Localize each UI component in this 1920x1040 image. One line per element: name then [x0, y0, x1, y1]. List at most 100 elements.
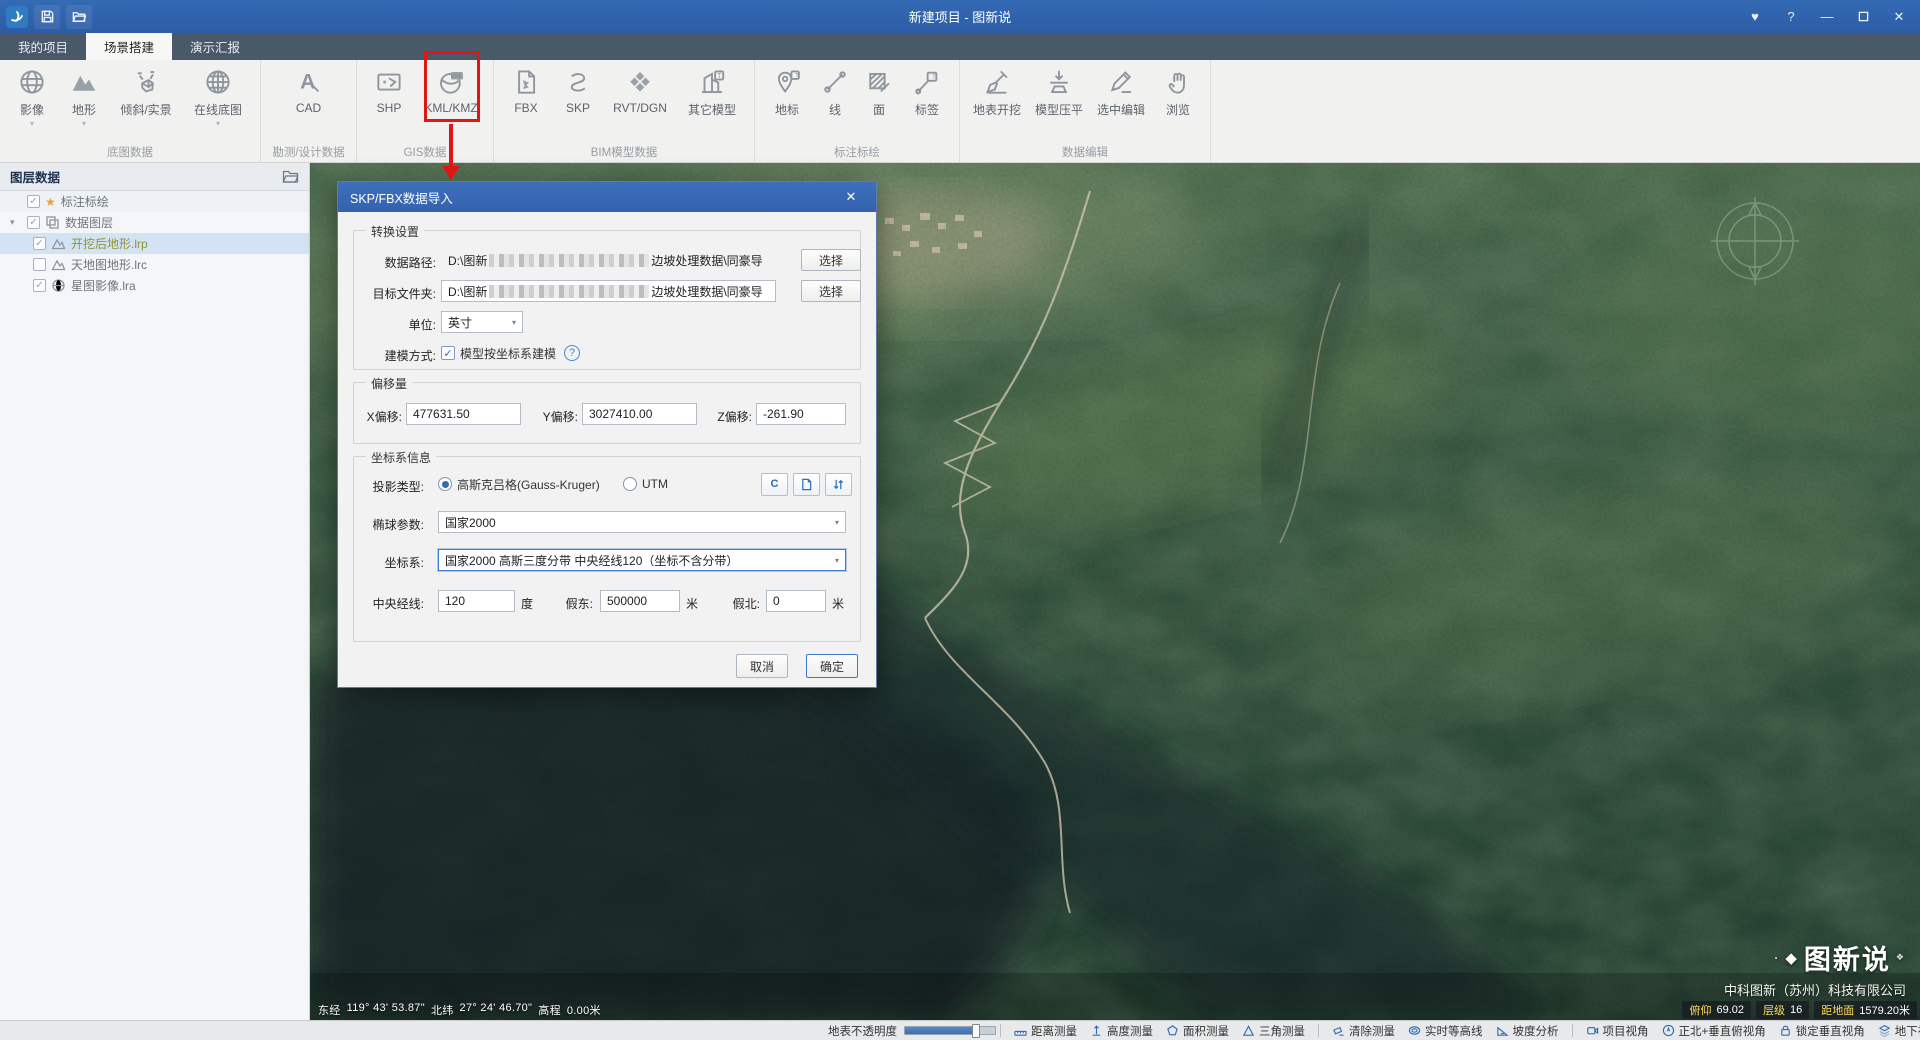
layer-checkbox[interactable]: [33, 258, 46, 271]
data-path-value[interactable]: D:\图新 边坡处理数据\同豪导: [441, 249, 776, 271]
ok-button[interactable]: 确定: [806, 654, 858, 678]
radio-icon[interactable]: [623, 477, 637, 491]
tool-lock-vertical-view[interactable]: 锁定垂直视角: [1779, 1023, 1865, 1039]
x-offset-input[interactable]: 477631.50: [406, 403, 521, 425]
ribbon-item-terrain[interactable]: 地形 ▾: [58, 62, 110, 141]
ellipsoid-select[interactable]: 国家2000 ▾: [438, 511, 846, 533]
central-meridian-input[interactable]: 120: [438, 590, 515, 612]
chevron-down-icon[interactable]: ▾: [216, 120, 220, 128]
tool-clear-measure[interactable]: 清除测量: [1332, 1023, 1395, 1039]
chevron-down-icon[interactable]: ▾: [82, 120, 86, 128]
tool-project-view[interactable]: 项目视角: [1586, 1023, 1649, 1039]
cancel-button[interactable]: 取消: [736, 654, 788, 678]
ribbon-item-flatten[interactable]: 模型压平: [1028, 62, 1090, 141]
layer-checkbox[interactable]: ✓: [27, 216, 40, 229]
imagery-layer-icon: [51, 278, 66, 293]
folder-icon[interactable]: [282, 169, 299, 184]
modeling-checkbox[interactable]: ✓: [441, 346, 455, 360]
placemark-pin-icon: T: [772, 67, 802, 97]
tab-scene-building[interactable]: 场景搭建: [86, 33, 172, 60]
tool-north-top-view[interactable]: 正北+垂直俯视角: [1662, 1023, 1766, 1039]
ribbon-item-edit[interactable]: 选中编辑: [1090, 62, 1152, 141]
bottom-statusbar: 地表不透明度 距离测量 高度测量 面积测量 三角测量 清除测量: [0, 1020, 1920, 1040]
tool-underground-view[interactable]: 地下视角: [1878, 1023, 1920, 1039]
help-circle-icon[interactable]: ?: [564, 345, 580, 361]
ribbon-item-rvt-dgn[interactable]: RVT/DGN: [604, 62, 676, 141]
choose-target-folder-button[interactable]: 选择: [801, 280, 861, 302]
ribbon-item-imagery[interactable]: 影像 ▾: [6, 62, 58, 141]
layer-row-tianditu-terrain[interactable]: 天地图地形.lrc: [0, 254, 309, 275]
false-north-input[interactable]: 0: [766, 590, 826, 612]
tab-presentation[interactable]: 演示汇报: [172, 33, 258, 60]
close-button[interactable]: ✕: [1882, 4, 1916, 30]
ribbon-item-browse[interactable]: 浏览: [1152, 62, 1204, 141]
expander-icon[interactable]: ▾: [10, 217, 22, 228]
ribbon-item-polygon[interactable]: 面: [857, 62, 901, 141]
utm-option[interactable]: UTM: [623, 473, 668, 495]
diamond-icon: ◆: [1785, 949, 1799, 967]
layer-checkbox[interactable]: ✓: [33, 237, 46, 250]
tool-slope-analysis[interactable]: 坡度分析: [1496, 1023, 1559, 1039]
ribbon-item-skp[interactable]: SKP: [552, 62, 604, 141]
layer-row-annotation[interactable]: ✓ ★ 标注标绘: [0, 191, 309, 212]
tab-my-projects[interactable]: 我的项目: [0, 33, 86, 60]
crs-label: 坐标系:: [374, 554, 424, 571]
gauss-kruger-option[interactable]: 高斯克吕格(Gauss-Kruger): [438, 473, 600, 495]
layer-row-excavated-terrain[interactable]: ✓ 开挖后地形.lrp: [0, 233, 309, 254]
fbx-highlight-arrowhead: [442, 166, 460, 180]
feedback-icon[interactable]: ♥: [1738, 4, 1772, 30]
crs-swap-tool-button[interactable]: [825, 473, 852, 496]
layer-panel-header: 图层数据: [0, 163, 309, 191]
save-button[interactable]: [34, 5, 60, 29]
maximize-button[interactable]: [1846, 4, 1880, 30]
slider-handle[interactable]: [972, 1024, 980, 1038]
lock-view-icon: [1779, 1024, 1792, 1037]
tool-distance-measure[interactable]: 距离测量: [1014, 1023, 1077, 1039]
ribbon-item-placemark[interactable]: T 地标: [761, 62, 813, 141]
false-east-input[interactable]: 500000: [600, 590, 680, 612]
layer-checkbox[interactable]: ✓: [27, 195, 40, 208]
open-folder-button[interactable]: [66, 5, 92, 29]
help-icon[interactable]: ?: [1774, 4, 1808, 30]
ribbon-item-label[interactable]: T 标签: [901, 62, 953, 141]
minimize-button[interactable]: —: [1810, 4, 1844, 30]
ribbon-item-oblique[interactable]: 倾斜/实景: [110, 62, 182, 141]
ribbon-item-polyline[interactable]: 线: [813, 62, 857, 141]
fbx-file-icon: [511, 67, 541, 97]
z-offset-input[interactable]: -261.90: [756, 403, 846, 425]
meter-unit: 米: [686, 595, 706, 612]
choose-data-path-button[interactable]: 选择: [801, 249, 861, 271]
camera-status: 俯仰69.02 层级16 距地面1579.20米: [1682, 1001, 1917, 1019]
ribbon-item-shp[interactable]: SHP: [363, 62, 415, 141]
group-legend: 偏移量: [366, 375, 412, 392]
chevron-down-icon[interactable]: ▾: [30, 120, 34, 128]
tool-triangle-measure[interactable]: 三角测量: [1242, 1023, 1305, 1039]
brand-watermark: · ◆ 图新说 ❖ 中科图新（苏州）科技有限公司: [1724, 938, 1906, 999]
unit-select[interactable]: 英寸 ▾: [441, 311, 523, 333]
dialog-titlebar[interactable]: SKP/FBX数据导入 ✕: [338, 182, 876, 212]
ribbon-caption-annotation: 标注标绘: [761, 141, 953, 162]
radio-selected-icon[interactable]: [438, 477, 452, 491]
surface-opacity-slider[interactable]: [904, 1026, 996, 1035]
target-folder-input[interactable]: D:\图新 边坡处理数据\同豪导: [441, 280, 776, 302]
ribbon-item-online-basemap[interactable]: 在线底图 ▾: [182, 62, 254, 141]
layer-row-data-layers[interactable]: ▾ ✓ 数据图层: [0, 212, 309, 233]
layer-checkbox[interactable]: ✓: [33, 279, 46, 292]
crs-select[interactable]: 国家2000 高斯三度分带 中央经线120（坐标不含分带） ▾: [438, 549, 846, 571]
y-offset-input[interactable]: 3027410.00: [582, 403, 697, 425]
surface-opacity-label: 地表不透明度: [828, 1023, 897, 1039]
ribbon-item-other-model[interactable]: T 其它模型: [676, 62, 748, 141]
surface-opacity-control: 地表不透明度: [828, 1023, 996, 1039]
tool-height-measure[interactable]: 高度测量: [1090, 1023, 1153, 1039]
dialog-close-icon[interactable]: ✕: [838, 189, 864, 205]
modeling-mode-label: 建模方式:: [358, 347, 436, 364]
ribbon-item-cad[interactable]: A CAD: [273, 62, 345, 141]
terrain-mountain-icon: [69, 67, 99, 97]
tool-area-measure[interactable]: 面积测量: [1166, 1023, 1229, 1039]
ribbon-item-excavation[interactable]: 地表开挖: [966, 62, 1028, 141]
layer-row-satellite-imagery[interactable]: ✓ 星图影像.lra: [0, 275, 309, 296]
crs-file-tool-button[interactable]: [793, 473, 820, 496]
crs-refresh-tool-button[interactable]: C: [761, 473, 788, 496]
ribbon-item-fbx[interactable]: FBX: [500, 62, 552, 141]
tool-realtime-contour[interactable]: 实时等高线: [1408, 1023, 1483, 1039]
